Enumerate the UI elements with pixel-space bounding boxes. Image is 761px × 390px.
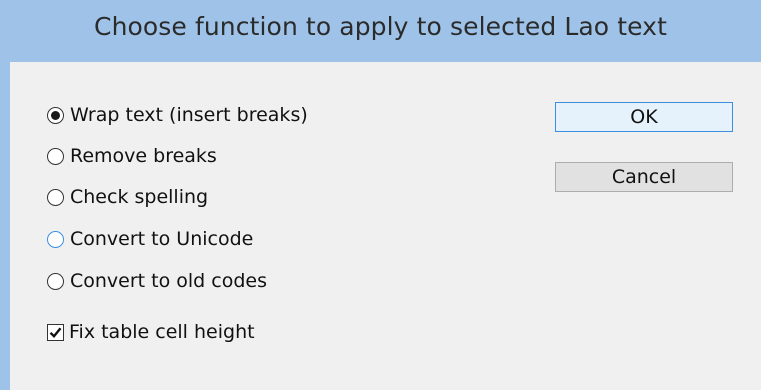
radio-remove-breaks[interactable]: Remove breaks <box>47 141 217 171</box>
cancel-button[interactable]: Cancel <box>555 162 733 192</box>
radio-label: Check spelling <box>70 186 209 208</box>
radio-button[interactable] <box>47 188 64 206</box>
radio-button[interactable] <box>47 147 64 165</box>
radio-label: Wrap text (insert breaks) <box>70 104 308 126</box>
radio-label: Convert to Unicode <box>70 228 254 250</box>
checkbox-fix-table-cell-height[interactable]: Fix table cell height <box>47 317 255 347</box>
ok-button[interactable]: OK <box>555 102 733 132</box>
radio-button-focused[interactable] <box>47 230 64 248</box>
radio-convert-to-unicode[interactable]: Convert to Unicode <box>47 224 253 254</box>
radio-label: Remove breaks <box>70 145 217 167</box>
checkmark-icon <box>49 326 62 338</box>
radio-check-spelling[interactable]: Check spelling <box>47 182 208 212</box>
dialog-window: Choose function to apply to selected Lao… <box>0 0 761 390</box>
radio-label: Convert to old codes <box>70 270 268 292</box>
radio-button-selected[interactable] <box>47 106 64 124</box>
dialog-body: Wrap text (insert breaks) Remove breaks … <box>10 62 761 390</box>
title-bar[interactable]: Choose function to apply to selected Lao… <box>0 0 761 62</box>
radio-button[interactable] <box>47 272 64 290</box>
checkbox-label: Fix table cell height <box>69 321 255 343</box>
radio-convert-to-old-codes[interactable]: Convert to old codes <box>47 266 267 296</box>
radio-wrap-text[interactable]: Wrap text (insert breaks) <box>47 100 308 130</box>
radio-dot <box>51 110 60 120</box>
checkbox[interactable] <box>47 323 64 341</box>
dialog-title: Choose function to apply to selected Lao… <box>94 12 667 41</box>
